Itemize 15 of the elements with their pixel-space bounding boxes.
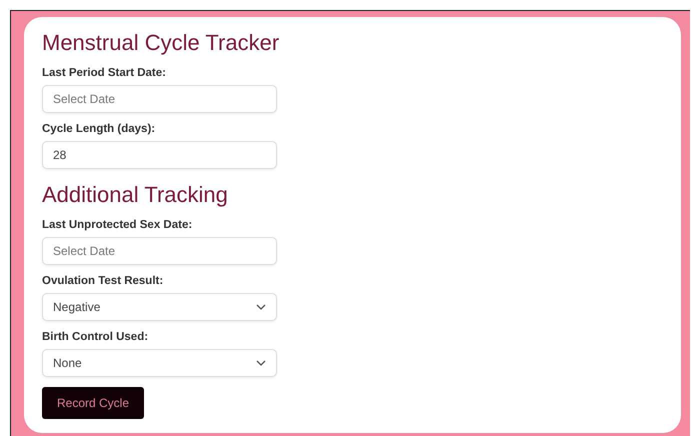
- chevron-down-icon: [256, 304, 266, 310]
- field-label: Last Period Start Date:: [42, 67, 166, 80]
- number-field[interactable]: 28: [42, 141, 277, 170]
- chevron-down-icon: [256, 360, 266, 366]
- section-title: Additional Tracking: [42, 183, 228, 208]
- section-title: Menstrual Cycle Tracker: [42, 31, 280, 56]
- record-cycle-button[interactable]: Record Cycle: [42, 386, 144, 419]
- field-label: Last Unprotected Sex Date:: [42, 219, 192, 232]
- field-label: Birth Control Used:: [42, 331, 148, 344]
- date-field[interactable]: Select Date: [42, 237, 277, 266]
- select-field[interactable]: None: [42, 349, 277, 377]
- field-label: Ovulation Test Result:: [42, 275, 164, 288]
- field-label: Cycle Length (days):: [42, 123, 156, 136]
- date-field[interactable]: Select Date: [42, 85, 277, 114]
- select-field[interactable]: Negative: [42, 293, 277, 322]
